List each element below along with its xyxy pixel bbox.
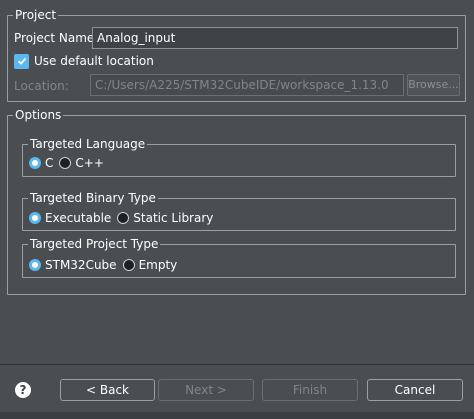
next-button[interactable]: Next > bbox=[158, 379, 254, 401]
radio-cpp[interactable] bbox=[59, 157, 72, 169]
targeted-binary-type-legend: Targeted Binary Type bbox=[30, 191, 156, 205]
finish-button[interactable]: Finish bbox=[262, 379, 358, 401]
radio-empty-label: Empty bbox=[138, 258, 178, 272]
radio-c[interactable] bbox=[29, 157, 41, 169]
radio-executable-label: Executable bbox=[45, 211, 112, 225]
bottom-edge-strip bbox=[0, 412, 474, 419]
project-name-label: Project Name: bbox=[14, 31, 99, 45]
radio-cpp-label: C++ bbox=[75, 156, 104, 170]
project-group-legend: Project bbox=[15, 8, 57, 22]
use-default-location-checkbox[interactable] bbox=[14, 53, 29, 69]
targeted-project-type-options: STM32Cube Empty bbox=[29, 257, 183, 273]
options-group-legend: Options bbox=[15, 108, 62, 122]
targeted-project-type-legend: Targeted Project Type bbox=[30, 237, 159, 251]
radio-empty[interactable] bbox=[122, 259, 135, 271]
radio-executable[interactable] bbox=[29, 212, 41, 224]
targeted-language-options: C C++ bbox=[29, 155, 110, 171]
radio-static-library[interactable] bbox=[117, 212, 130, 224]
location-label: Location: bbox=[14, 79, 69, 93]
radio-stm32cube-label: STM32Cube bbox=[45, 258, 117, 272]
radio-static-library-label: Static Library bbox=[133, 211, 214, 225]
use-default-location-checkbox-row[interactable]: Use default location bbox=[14, 53, 154, 69]
browse-button[interactable]: Browse... bbox=[407, 74, 460, 96]
checkmark-icon bbox=[17, 57, 26, 65]
radio-c-label: C bbox=[45, 156, 54, 170]
use-default-location-label: Use default location bbox=[34, 54, 154, 68]
footer-divider bbox=[0, 364, 474, 365]
location-input[interactable]: C:/Users/A225/STM32CubeIDE/workspace_1.1… bbox=[90, 74, 404, 96]
targeted-binary-type-options: Executable Static Library bbox=[29, 210, 219, 226]
radio-stm32cube[interactable] bbox=[29, 259, 41, 271]
new-project-wizard-page: Project Project Name: Analog_input Use d… bbox=[0, 0, 474, 419]
help-icon[interactable]: ? bbox=[15, 382, 31, 398]
cancel-button[interactable]: Cancel bbox=[367, 379, 463, 401]
project-name-input[interactable]: Analog_input bbox=[92, 27, 458, 49]
back-button[interactable]: < Back bbox=[60, 379, 155, 401]
targeted-language-legend: Targeted Language bbox=[30, 137, 146, 151]
